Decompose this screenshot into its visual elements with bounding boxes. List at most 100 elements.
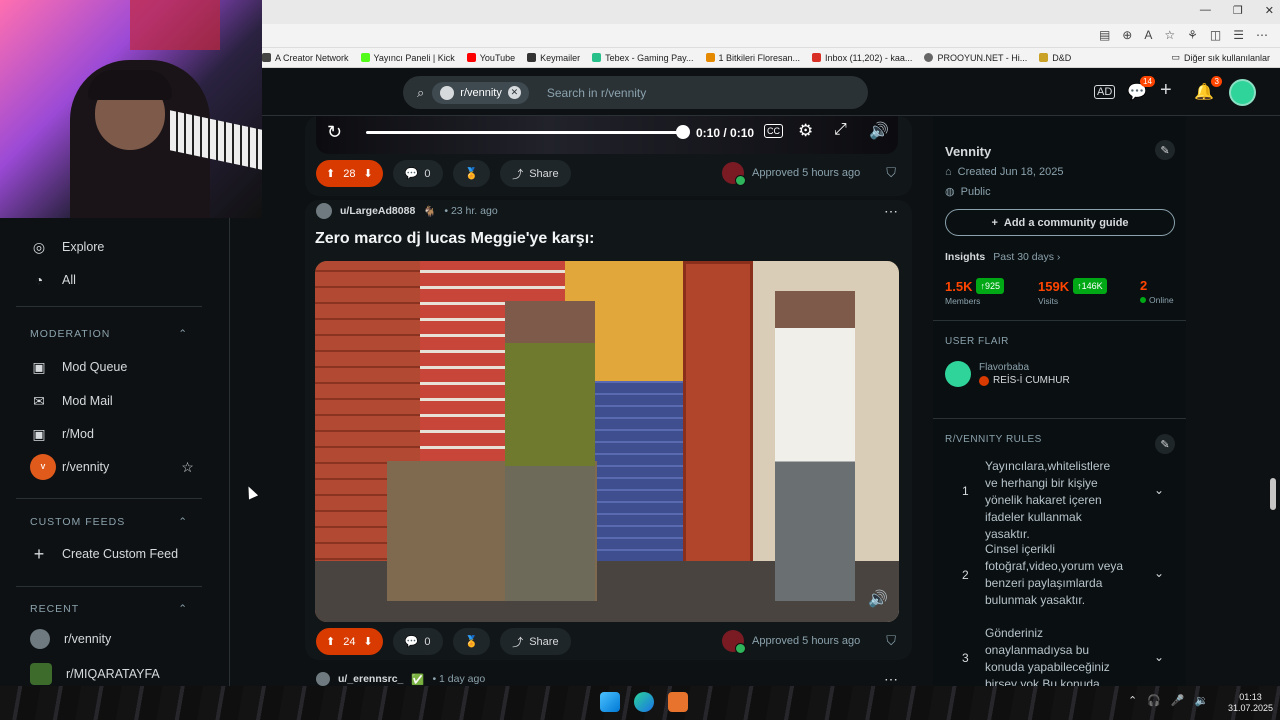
replay-icon[interactable]: ↻ (327, 122, 342, 143)
post-title[interactable]: Zero marco dj lucas Meggie'ye karşı: (315, 230, 594, 248)
community-icon (30, 663, 52, 685)
bookmark-item[interactable]: Inbox (11,202) - kaa... (812, 53, 912, 63)
system-tray: ⌃ 🎧 🎤 🔉 (1128, 694, 1208, 707)
nav-mod-queue[interactable]: ▣ Mod Queue (30, 358, 127, 376)
create-custom-feed-button[interactable]: + Create Custom Feed (30, 544, 178, 564)
other-bookmarks[interactable]: ▭ Diğer sık kullanılanlar (1171, 52, 1270, 63)
comments-button[interactable]: 💬 0 (392, 160, 443, 187)
create-post-icon[interactable]: + (1160, 79, 1172, 102)
edit-rules-pencil-icon[interactable]: ✎ (1155, 434, 1175, 454)
app-launcher-icon[interactable] (668, 692, 688, 712)
shield-icon[interactable]: ⛉ (886, 633, 896, 649)
bookmark-item[interactable]: Keymailer (527, 53, 580, 63)
reader-icon[interactable]: ▤ (1099, 28, 1110, 42)
chevron-up-icon: ⌃ (178, 328, 188, 340)
ad-icon[interactable]: AD (1094, 85, 1116, 99)
subreddit-filter-chip[interactable]: r/vennity ✕ (432, 81, 529, 104)
bookmark-folder[interactable]: D&D (1039, 53, 1071, 63)
video-seek-bar[interactable] (366, 131, 684, 134)
recent-item[interactable]: r/vennity (30, 629, 111, 649)
chat-icon[interactable]: 💬 14 (1127, 76, 1155, 102)
zoom-icon[interactable]: ⊕ (1122, 28, 1132, 42)
rules-title: R/VENNITY RULES (945, 434, 1042, 445)
nav-r-vennity[interactable]: V r/vennity ☆ (30, 454, 194, 480)
bookmark-item[interactable]: 1 Bitkileri Floresan... (705, 53, 800, 63)
post-author[interactable]: u/_erennsrc_ (338, 673, 403, 685)
downvote-icon[interactable]: ⬇ (363, 635, 372, 648)
custom-feeds-section-header[interactable]: CUSTOM FEEDS ⌃ (30, 516, 188, 528)
favorite-star-icon[interactable]: ☆ (1164, 28, 1175, 42)
bookmark-item[interactable]: YouTube (466, 53, 515, 63)
nav-mod-mail[interactable]: ✉ Mod Mail (30, 392, 113, 410)
mod-avatar[interactable] (722, 630, 746, 654)
read-aloud-icon[interactable]: A (1144, 28, 1152, 42)
share-button[interactable]: ⤴ Share (500, 628, 571, 655)
clear-chip-icon[interactable]: ✕ (507, 86, 521, 99)
moderation-section-header[interactable]: MODERATION ⌃ (30, 328, 188, 340)
user-avatar[interactable] (1229, 79, 1256, 106)
page-scrollbar[interactable] (1268, 116, 1278, 686)
user-avatar-icon[interactable] (316, 672, 330, 686)
bookmark-item[interactable]: PROOYUN.NET - Hi... (924, 53, 1027, 63)
post-video[interactable]: 🔊 (315, 261, 899, 622)
windows-start-icon[interactable] (600, 692, 620, 712)
upvote-icon[interactable]: ⬆ (326, 635, 335, 648)
insights-header[interactable]: Insights Past 30 days › (945, 251, 1060, 263)
nav-all[interactable]: ◔ All (30, 271, 76, 289)
maximize-button[interactable]: ❐ (1233, 4, 1243, 17)
upvote-icon[interactable]: ⬆ (326, 167, 335, 180)
edge-browser-icon[interactable] (634, 692, 654, 712)
left-sidebar: ◎ Explore ◔ All MODERATION ⌃ ▣ Mod Queue… (0, 218, 230, 686)
bookmark-item[interactable]: Yayıncı Paneli | Kick (360, 53, 455, 63)
award-button[interactable]: 🏅 (452, 628, 491, 655)
vote-control[interactable]: ⬆ 28 ⬇ (316, 160, 383, 187)
captions-button[interactable]: CC (764, 124, 783, 138)
share-button[interactable]: ⤴ Share (500, 160, 571, 187)
add-community-guide-button[interactable]: + Add a community guide (945, 209, 1175, 236)
edit-pencil-icon[interactable]: ✎ (1155, 140, 1175, 160)
mute-volume-icon[interactable]: 🔊 (868, 589, 888, 609)
extension-icon[interactable]: ⚘ (1187, 28, 1198, 42)
post-menu-icon[interactable]: ⋯ (884, 203, 898, 220)
close-window-button[interactable]: ✕ (1265, 4, 1274, 17)
nav-r-mod[interactable]: ▣ r/Mod (30, 425, 94, 443)
mod-avatar[interactable] (722, 162, 746, 186)
favorite-star-icon[interactable]: ☆ (181, 459, 194, 476)
notification-bell-icon[interactable]: 🔔 3 (1194, 76, 1222, 102)
headphones-icon[interactable]: 🎧 (1147, 694, 1161, 707)
flair-avatar (945, 361, 971, 387)
bookmark-item[interactable]: A Creator Network (262, 53, 349, 63)
scrollbar-thumb[interactable] (1270, 478, 1276, 510)
user-avatar-icon[interactable] (316, 203, 332, 219)
nav-explore[interactable]: ◎ Explore (30, 238, 105, 256)
split-icon[interactable]: ◫ (1210, 28, 1221, 42)
volume-icon[interactable]: 🔉 (1195, 694, 1209, 707)
search-icon: ⌕ (417, 84, 425, 100)
shield-icon[interactable]: ⛉ (886, 165, 896, 181)
minimize-button[interactable]: — (1200, 4, 1211, 17)
settings-gear-icon[interactable]: ⚙ (798, 121, 813, 141)
chevron-down-icon[interactable]: ⌄ (1154, 483, 1164, 497)
rule-number: 2 (962, 568, 969, 582)
seek-knob[interactable] (676, 125, 690, 139)
chevron-up-icon[interactable]: ⌃ (1128, 694, 1137, 707)
recent-section-header[interactable]: RECENT ⌃ (30, 603, 188, 615)
favorites-icon[interactable]: ☰ (1233, 28, 1244, 42)
post-author[interactable]: u/LargeAd8088 (340, 205, 415, 217)
menu-icon[interactable]: ⋯ (1256, 28, 1268, 42)
user-flair-preview[interactable]: Flavorbaba REİS-İ CUMHUR (945, 361, 1070, 387)
downvote-icon[interactable]: ⬇ (363, 167, 372, 180)
share-label: Share (529, 167, 559, 180)
chevron-down-icon[interactable]: ⌄ (1154, 566, 1164, 580)
comments-button[interactable]: 💬 0 (392, 628, 443, 655)
search-bar[interactable]: ⌕ r/vennity ✕ Search in r/vennity (403, 76, 868, 109)
bookmark-item[interactable]: Tebex - Gaming Pay... (592, 53, 694, 63)
taskbar-clock[interactable]: 01:13 31.07.2025 (1228, 692, 1273, 714)
fullscreen-icon[interactable]: ⤢ (834, 121, 847, 139)
volume-icon[interactable]: 🔊 (869, 121, 889, 141)
award-button[interactable]: 🏅 (452, 160, 491, 187)
recent-item[interactable]: r/MIQARATAYFA (30, 663, 160, 685)
microphone-icon[interactable]: 🎤 (1171, 694, 1185, 707)
vote-control[interactable]: ⬆ 24 ⬇ (316, 628, 383, 655)
search-input[interactable]: Search in r/vennity (547, 86, 646, 100)
